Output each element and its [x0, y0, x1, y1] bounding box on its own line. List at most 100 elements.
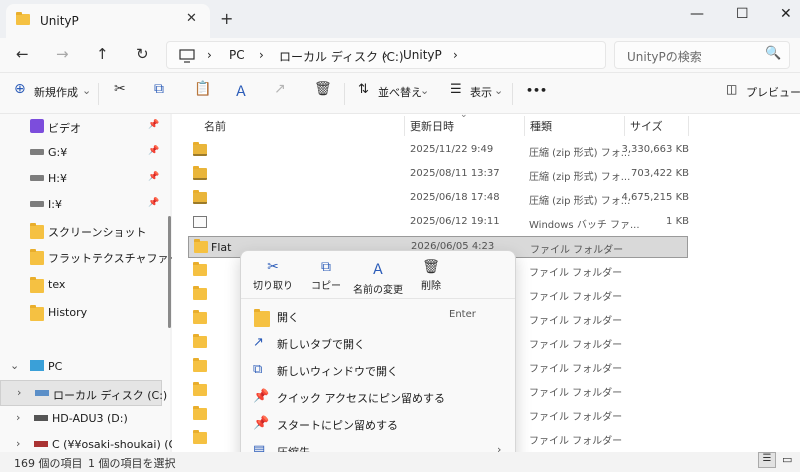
sidebar-item-i-drive[interactable]: I:¥ 📌	[0, 192, 162, 218]
file-type: ファイル フォルダー	[529, 292, 623, 303]
toolbar-divider	[512, 83, 513, 105]
tiles-view-icon[interactable]: ▭	[782, 453, 792, 466]
monitor-icon	[30, 360, 44, 371]
close-button[interactable]: ✕	[780, 6, 792, 22]
file-modified: 2025/11/22 9:49	[410, 144, 494, 155]
chevron-right-icon: ›	[16, 437, 21, 450]
column-header-size[interactable]: サイズ	[630, 118, 663, 134]
sidebar-item-d-drive[interactable]: › HD-ADU3 (D:)	[0, 406, 162, 432]
column-divider	[688, 116, 689, 136]
menu-item-label: 新しいウィンドウで開く	[277, 365, 398, 378]
search-input[interactable]: UnityPの検索 🔍	[614, 41, 790, 69]
new-button[interactable]: 新規作成	[34, 84, 78, 100]
folder-icon	[254, 309, 270, 327]
sidebar-item-label: スクリーンショット	[48, 226, 147, 239]
chevron-down-icon: ⌄	[10, 359, 20, 372]
sidebar-item-tex[interactable]: tex	[0, 272, 162, 298]
file-type: ファイル フォルダー	[529, 316, 623, 327]
tab-unityp[interactable]: UnityP ✕	[6, 4, 210, 38]
minimize-button[interactable]: —	[690, 6, 704, 22]
sidebar-scrollbar[interactable]	[168, 216, 171, 328]
copy-icon[interactable]: ⧉	[154, 81, 164, 97]
sidebar-item-history[interactable]: History	[0, 300, 162, 326]
file-type: ファイル フォルダー	[529, 388, 623, 399]
folder-icon	[30, 305, 44, 321]
folder-icon	[193, 286, 207, 300]
rename-icon[interactable]: Ａ	[234, 81, 248, 101]
cut-icon[interactable]: ✂	[114, 81, 126, 97]
breadcrumb-separator: ›	[383, 48, 388, 62]
folder-icon	[193, 382, 207, 396]
delete-button[interactable]: 🗑 削除	[407, 251, 455, 297]
file-size: 703,422 KB	[631, 168, 689, 179]
pin-icon: 📌	[148, 120, 160, 130]
pin-icon: 📌	[148, 172, 160, 182]
menu-item-label: 新しいタブで開く	[277, 338, 365, 351]
file-name: Flat	[211, 241, 232, 254]
copy-icon: ⧉	[321, 259, 331, 275]
cut-button[interactable]: ✂ 切り取り	[245, 251, 301, 297]
refresh-button[interactable]: ↻	[136, 45, 149, 63]
sidebar-item-screenshots[interactable]: スクリーンショット	[0, 218, 162, 244]
back-button[interactable]: ←	[16, 45, 29, 63]
delete-label: 削除	[421, 281, 441, 292]
menu-item-pin-quick-access[interactable]: 📌 クイック アクセスにピン留めする	[245, 384, 511, 410]
pin-icon: 📌	[148, 198, 160, 208]
sidebar-item-local-disk[interactable]: › ローカル ディスク (C:)	[0, 380, 167, 406]
table-row[interactable]: 2025/11/22 9:49 圧縮 (zip 形式) フォ... 3,330,66…	[188, 140, 689, 162]
up-button[interactable]: ↑	[96, 45, 109, 63]
menu-item-open-new-window[interactable]: ⧉ 新しいウィンドウで開く	[245, 357, 511, 383]
forward-button[interactable]: →	[56, 45, 69, 63]
breadcrumb-pc[interactable]: PC	[229, 48, 245, 62]
menu-item-open[interactable]: 開く Enter	[245, 303, 511, 329]
copy-label: コピー	[311, 281, 341, 292]
tab-title: UnityP	[40, 14, 79, 28]
folder-icon	[194, 239, 208, 253]
file-type: ファイル フォルダー	[529, 268, 623, 279]
preview-button[interactable]: プレビュー	[746, 84, 800, 100]
table-row[interactable]: 2025/06/18 17:48 圧縮 (zip 形式) フォ... 4,675,2…	[188, 188, 689, 210]
chevron-down-icon: ⌄	[420, 84, 430, 97]
file-modified: 2025/08/11 13:37	[410, 168, 500, 179]
maximize-button[interactable]: ☐	[736, 6, 749, 22]
menu-item-pin-start[interactable]: 📌 スタートにピン留めする	[245, 411, 511, 437]
table-row[interactable]: 2025/06/12 19:11 Windows バッチ ファ... 1 KB	[188, 212, 689, 234]
breadcrumb-separator: ›	[259, 48, 264, 62]
chevron-down-icon: ⌄	[494, 84, 504, 97]
folder-icon	[193, 334, 207, 348]
sidebar-item-label: C (¥¥osaki-shoukai) (O:)	[52, 438, 185, 451]
menu-item-open-new-tab[interactable]: ↗ 新しいタブで開く	[245, 330, 511, 356]
sidebar-item-h-drive[interactable]: H:¥ 📌	[0, 166, 162, 192]
open-tab-icon: ↗	[253, 335, 264, 350]
tab-close-button[interactable]: ✕	[186, 11, 197, 26]
breadcrumb-unityp[interactable]: UnityP	[403, 48, 442, 62]
toolbar-divider	[98, 83, 99, 105]
open-window-icon: ⧉	[253, 362, 263, 377]
file-type: ファイル フォルダー	[530, 245, 624, 256]
delete-icon[interactable]: 🗑	[314, 81, 332, 97]
search-icon: 🔍	[765, 46, 782, 61]
sort-button[interactable]: 並べ替え	[378, 84, 422, 100]
more-options-button[interactable]: •••	[526, 84, 547, 97]
sidebar-item-pc[interactable]: ⌄ PC	[0, 354, 162, 380]
sidebar-item-label: tex	[48, 278, 66, 291]
address-bar[interactable]: › PC › ローカル ディスク (C:) › UnityP ›	[166, 41, 606, 69]
share-icon[interactable]: ↗	[274, 81, 286, 97]
copy-button[interactable]: ⧉ コピー	[303, 251, 349, 297]
column-header-type[interactable]: 種類	[530, 118, 552, 134]
table-row[interactable]: 2025/08/11 13:37 圧縮 (zip 形式) フォ... 703,422…	[188, 164, 689, 186]
folder-icon	[16, 12, 30, 25]
sidebar-item-flat-texture[interactable]: フラットテクスチャファイル	[0, 244, 191, 270]
sidebar-item-g-drive[interactable]: G:¥ 📌	[0, 140, 162, 166]
sidebar-item-label: G:¥	[48, 146, 68, 159]
new-tab-button[interactable]: +	[220, 9, 233, 28]
paste-icon[interactable]: 📋	[194, 81, 211, 97]
sidebar-item-video[interactable]: ビデオ 📌	[0, 114, 162, 140]
column-header-modified[interactable]: 更新日時	[410, 118, 454, 134]
rename-button[interactable]: Ａ 名前の変更	[349, 251, 407, 297]
preview-pane-icon: ◫	[726, 82, 738, 96]
column-header-name[interactable]: 名前	[204, 118, 226, 134]
view-button[interactable]: 表示	[470, 84, 492, 100]
sidebar-item-label: I:¥	[48, 198, 62, 211]
details-view-icon[interactable]: ☰	[758, 452, 776, 468]
